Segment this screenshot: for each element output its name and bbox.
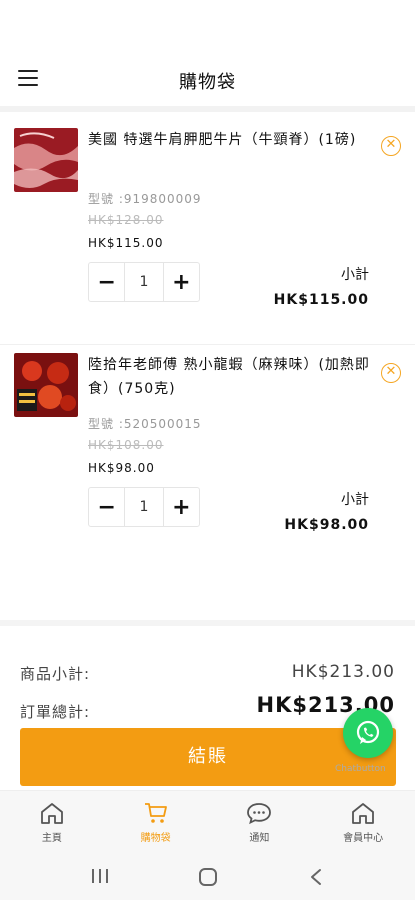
app-header: 購物袋 <box>0 0 415 108</box>
product-sku: 型號 :520500015 <box>88 417 202 431</box>
item-subtotal-value: HK$115.00 <box>273 292 369 308</box>
item-subtotal-label: 小計 <box>341 492 369 508</box>
quantity-value[interactable]: 1 <box>124 488 164 526</box>
tab-notifications[interactable]: 通知 <box>208 791 312 850</box>
chat-bubble-icon <box>247 803 272 825</box>
item-subtotal-value: HK$98.00 <box>284 517 369 533</box>
product-name[interactable]: 美國 特選牛肩胛肥牛片（牛頸脊）(1磅) <box>88 128 378 152</box>
whatsapp-caption: Chatbutton <box>335 764 386 774</box>
summary-divider <box>0 620 415 626</box>
tab-cart[interactable]: 購物袋 <box>104 791 208 850</box>
product-image-beef[interactable] <box>14 128 78 192</box>
tab-member-center[interactable]: 會員中心 <box>311 791 415 850</box>
recent-apps-icon[interactable] <box>90 868 110 884</box>
whatsapp-icon <box>356 720 380 744</box>
decrease-quantity-button[interactable]: − <box>89 488 124 526</box>
remove-item-icon[interactable]: ✕ <box>381 363 401 383</box>
tab-home[interactable]: 主頁 <box>0 791 104 850</box>
quantity-value[interactable]: 1 <box>124 263 164 301</box>
bottom-tab-bar: 主頁 購物袋 通知 會員中心 <box>0 790 415 850</box>
increase-quantity-button[interactable]: + <box>164 263 199 301</box>
sale-price: HK$115.00 <box>88 236 164 250</box>
increase-quantity-button[interactable]: + <box>164 488 199 526</box>
quantity-stepper: − 1 + <box>88 487 200 527</box>
home-circle-icon[interactable] <box>198 868 218 886</box>
cart-icon <box>144 803 167 823</box>
product-name[interactable]: 陸拾年老師傅 熟小龍蝦（麻辣味）(加熱即食）(750克) <box>88 353 378 401</box>
tab-home-label: 主頁 <box>41 833 62 844</box>
cart-item: 陸拾年老師傅 熟小龍蝦（麻辣味）(加熱即食）(750克) ✕ 型號 :52050… <box>0 345 415 575</box>
system-navigation-bar <box>0 850 415 900</box>
member-home-icon <box>352 803 375 824</box>
items-subtotal-label: 商品小計: <box>20 665 91 683</box>
original-price: HK$108.00 <box>88 438 164 452</box>
page-title: 購物袋 <box>179 72 236 93</box>
sale-price: HK$98.00 <box>88 461 155 475</box>
cart-item: 美國 特選牛肩胛肥牛片（牛頸脊）(1磅) ✕ 型號 :919800009 HK$… <box>0 112 415 342</box>
whatsapp-chat-button[interactable] <box>343 708 393 758</box>
back-icon[interactable] <box>308 868 324 886</box>
product-image-crayfish[interactable] <box>14 353 78 417</box>
original-price: HK$128.00 <box>88 213 164 227</box>
quantity-stepper: − 1 + <box>88 262 200 302</box>
tab-cart-label: 購物袋 <box>140 833 171 844</box>
items-subtotal-value: HK$213.00 <box>291 662 395 682</box>
checkout-button[interactable]: 結賬 <box>20 728 396 786</box>
remove-item-icon[interactable]: ✕ <box>381 136 401 156</box>
home-icon <box>40 803 63 824</box>
tab-notifications-label: 通知 <box>249 833 270 844</box>
tab-member-center-label: 會員中心 <box>343 833 384 844</box>
product-sku: 型號 :919800009 <box>88 192 202 206</box>
order-total-label: 訂單總計: <box>20 703 91 721</box>
item-subtotal-label: 小計 <box>341 267 369 283</box>
decrease-quantity-button[interactable]: − <box>89 263 124 301</box>
